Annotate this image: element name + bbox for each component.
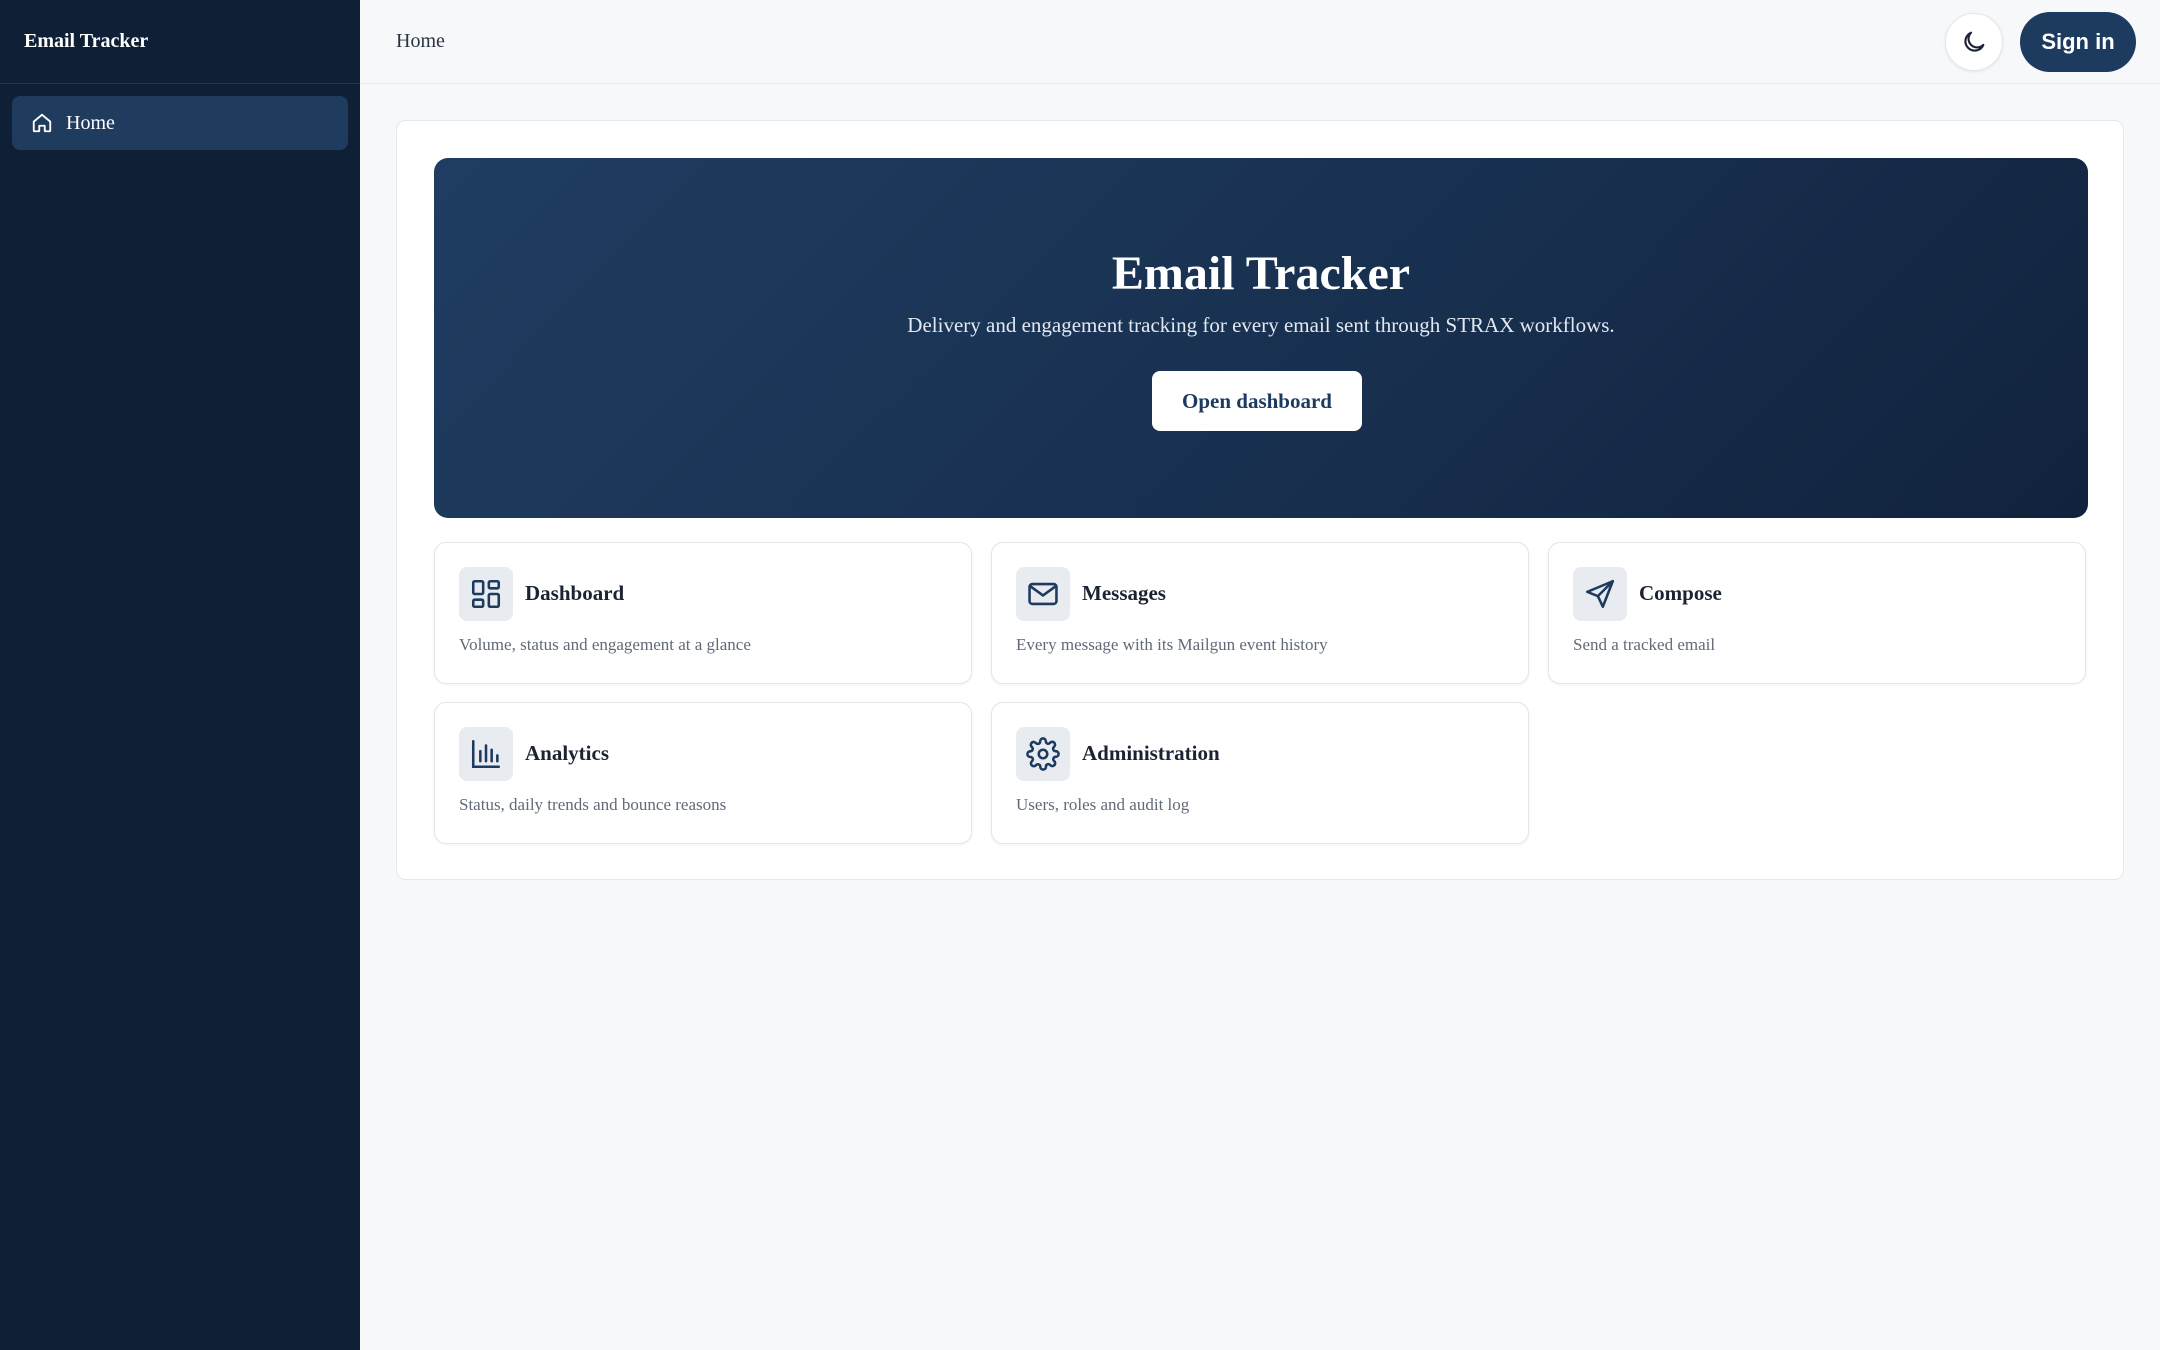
sidebar-item-home[interactable]: Home <box>12 96 348 150</box>
tile-messages[interactable]: Messages Every message with its Mailgun … <box>991 542 1529 684</box>
tile-compose[interactable]: Compose Send a tracked email <box>1548 542 2086 684</box>
home-card: Email Tracker Delivery and engagement tr… <box>396 120 2124 880</box>
tile-description: Send a tracked email <box>1573 635 1716 654</box>
send-icon <box>1573 567 1627 621</box>
sidebar-header: Email Tracker <box>0 0 360 84</box>
tile-description: Volume, status and engagement at a glanc… <box>459 635 751 654</box>
dashboard-icon <box>459 567 513 621</box>
hero-title: Email Tracker <box>1111 247 1411 300</box>
hero-banner: Email Tracker Delivery and engagement tr… <box>434 158 2088 518</box>
tile-description: Status, daily trends and bounce reasons <box>459 795 727 814</box>
tile-title: Analytics <box>525 741 609 765</box>
moon-icon <box>1960 28 1988 56</box>
bar-chart-icon <box>459 727 513 781</box>
tile-title: Administration <box>1082 741 1220 765</box>
tile-title: Dashboard <box>525 581 625 605</box>
gear-icon <box>1016 727 1070 781</box>
tile-analytics[interactable]: Analytics Status, daily trends and bounc… <box>434 702 972 844</box>
sign-in-button[interactable]: Sign in <box>2020 12 2136 72</box>
tile-title: Compose <box>1639 581 1722 605</box>
tile-administration[interactable]: Administration Users, roles and audit lo… <box>991 702 1529 844</box>
sidebar-nav: Home <box>0 84 360 162</box>
app-title: Email Tracker <box>24 30 149 52</box>
sidebar-item-label: Home <box>66 111 115 134</box>
hero-subtitle: Delivery and engagement tracking for eve… <box>907 313 1615 337</box>
tile-title: Messages <box>1082 581 1166 605</box>
sidebar: Email Tracker Home <box>0 0 360 1350</box>
top-bar: Home Sign in <box>360 0 2160 84</box>
tile-description: Every message with its Mailgun event his… <box>1016 635 1328 654</box>
theme-toggle-button[interactable] <box>1945 13 2003 71</box>
open-dashboard-button[interactable]: Open dashboard <box>1152 371 1362 431</box>
mail-icon <box>1016 567 1070 621</box>
tile-dashboard[interactable]: Dashboard Volume, status and engagement … <box>434 542 972 684</box>
breadcrumb[interactable]: Home <box>396 30 445 53</box>
home-icon <box>30 111 54 135</box>
tile-description: Users, roles and audit log <box>1016 795 1190 814</box>
